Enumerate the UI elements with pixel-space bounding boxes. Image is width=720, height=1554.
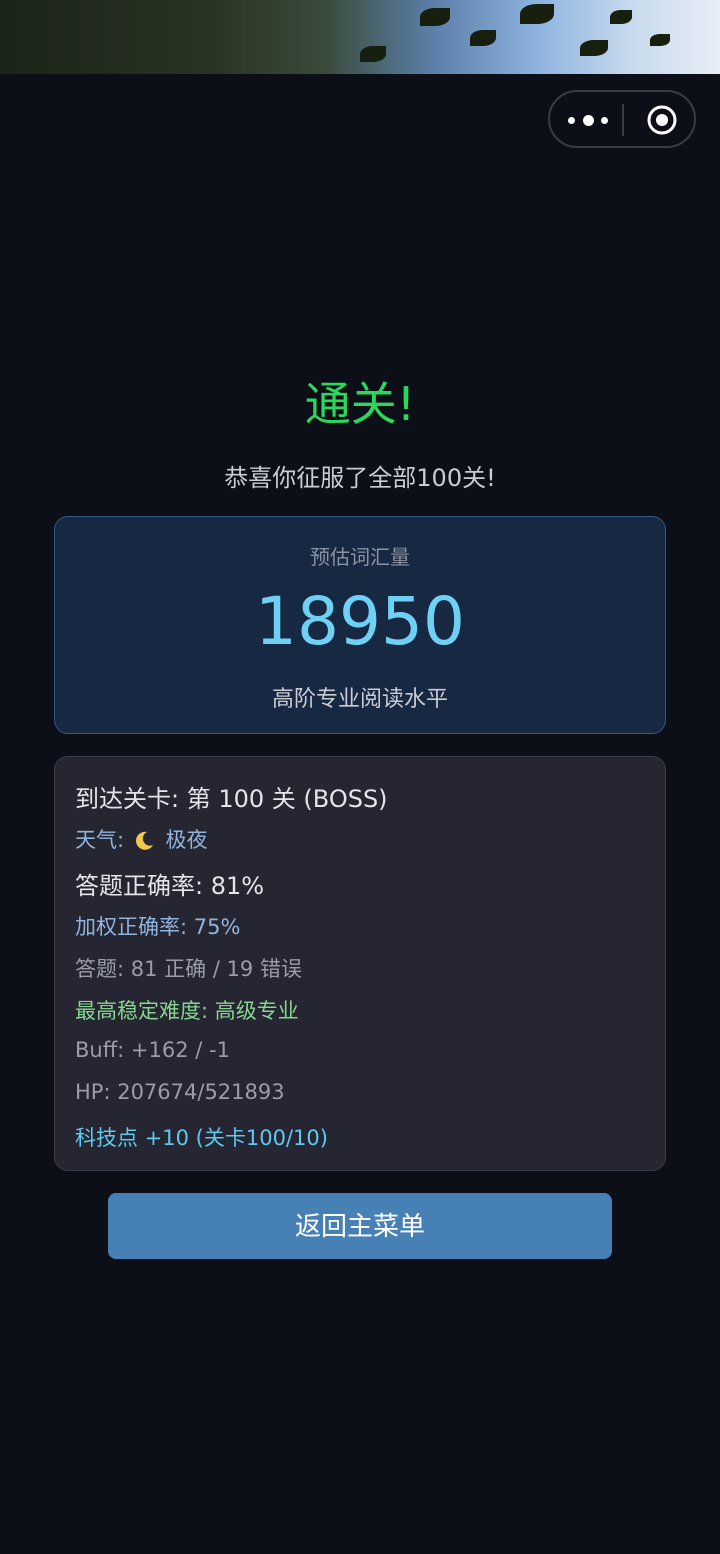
vocab-estimate-card: 预估词汇量 18950 高阶专业阅读水平 — [54, 516, 666, 734]
stat-weather: 天气: 极夜 — [75, 824, 207, 854]
vocab-level: 高阶专业阅读水平 — [271, 687, 448, 712]
stat-tech-points: 科技点 +10 (关卡100/10) — [75, 1126, 328, 1150]
stat-max-difficulty: 最高稳定难度: 高级专业 — [75, 999, 299, 1023]
weather-prefix: 天气: — [75, 828, 125, 852]
moon-icon — [135, 831, 153, 850]
stat-hp: HP: 207674/521893 — [75, 1080, 285, 1104]
more-dots-icon[interactable] — [568, 110, 608, 130]
stat-buff: Buff: +162 / -1 — [75, 1038, 230, 1062]
weather-value: 极夜 — [165, 828, 208, 852]
vocab-value: 18950 — [255, 583, 465, 660]
mini-program-capsule — [548, 90, 696, 148]
stat-answers: 答题: 81 正确 / 19 错误 — [75, 957, 302, 981]
capsule-divider — [622, 104, 624, 136]
result-subtitle: 恭喜你征服了全部100关! — [224, 464, 496, 492]
stat-stage: 到达关卡: 第 100 关 (BOSS) — [75, 785, 388, 813]
stat-weighted-accuracy: 加权正确率: 75% — [75, 915, 241, 939]
vocab-label: 预估词汇量 — [310, 545, 410, 569]
header-background-photo — [0, 0, 720, 74]
back-to-menu-button[interactable]: 返回主菜单 — [108, 1193, 612, 1259]
stat-accuracy: 答题正确率: 81% — [75, 872, 265, 900]
result-title: 通关! — [304, 377, 416, 431]
stats-card: 到达关卡: 第 100 关 (BOSS) 天气: 极夜 答题正确率: 81% 加… — [54, 756, 666, 1171]
target-circle-icon[interactable] — [646, 104, 678, 136]
